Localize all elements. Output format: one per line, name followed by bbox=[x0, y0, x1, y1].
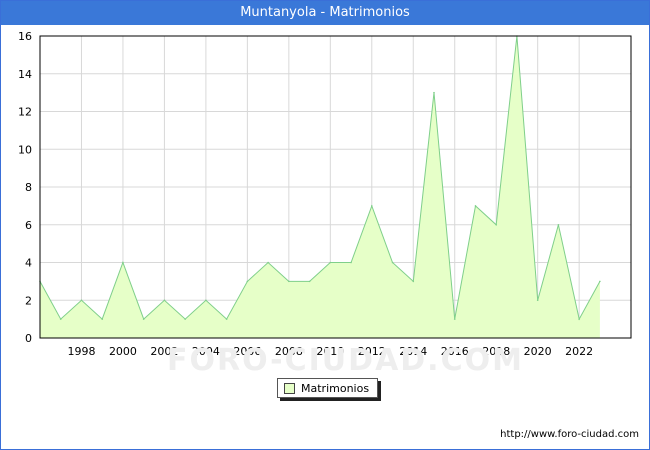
data-point bbox=[288, 280, 290, 283]
x-tick-label: 2020 bbox=[524, 345, 552, 358]
watermark: FORO-CIUDAD.COM bbox=[167, 343, 524, 378]
x-tick-label: 1998 bbox=[67, 345, 95, 358]
data-point bbox=[80, 299, 83, 302]
data-point bbox=[308, 280, 311, 283]
y-tick-label: 10 bbox=[18, 143, 32, 156]
data-point bbox=[474, 205, 477, 207]
data-point bbox=[205, 299, 207, 302]
y-tick-label: 0 bbox=[25, 332, 32, 345]
data-point bbox=[142, 318, 145, 320]
data-point bbox=[578, 318, 580, 320]
data-point bbox=[350, 261, 352, 264]
legend: Matrimonios bbox=[277, 378, 379, 398]
data-point bbox=[391, 261, 394, 264]
data-point bbox=[329, 261, 332, 264]
data-point bbox=[536, 299, 539, 302]
y-tick-label: 16 bbox=[18, 30, 32, 43]
data-point bbox=[184, 318, 186, 320]
y-tick-label: 8 bbox=[25, 181, 32, 194]
data-point bbox=[599, 280, 601, 283]
data-point bbox=[163, 299, 166, 302]
data-point bbox=[370, 205, 373, 207]
y-tick-label: 14 bbox=[18, 68, 32, 81]
data-point bbox=[246, 280, 249, 283]
legend-label: Matrimonios bbox=[301, 381, 370, 395]
data-point bbox=[495, 223, 498, 226]
y-tick-label: 4 bbox=[25, 257, 32, 270]
y-tick-label: 2 bbox=[25, 294, 32, 307]
data-point bbox=[267, 261, 269, 264]
data-point bbox=[59, 318, 62, 320]
data-point bbox=[433, 91, 435, 94]
data-point bbox=[122, 261, 124, 264]
x-tick-label: 2022 bbox=[565, 345, 593, 358]
data-point bbox=[225, 318, 228, 320]
y-tick-label: 6 bbox=[25, 219, 32, 232]
x-tick-label: 2000 bbox=[109, 345, 137, 358]
legend-swatch bbox=[284, 382, 295, 394]
y-tick-label: 12 bbox=[18, 106, 32, 119]
data-point bbox=[101, 318, 104, 320]
data-point bbox=[557, 223, 560, 226]
data-point bbox=[412, 280, 415, 283]
data-point bbox=[453, 318, 456, 320]
source-url[interactable]: http://www.foro-ciudad.com bbox=[500, 429, 639, 440]
chart-window: Muntanyola - Matrimonios 0 2 4 6 8 10 12 14 16 19… bbox=[0, 0, 650, 450]
